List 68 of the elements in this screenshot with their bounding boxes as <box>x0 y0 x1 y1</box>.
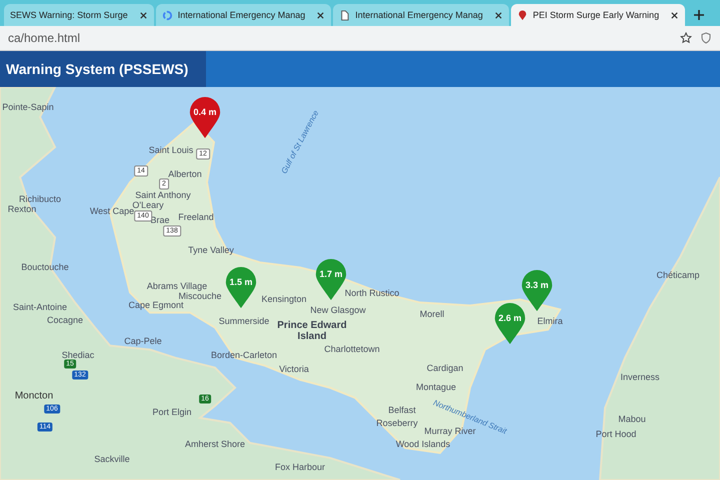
browser-tab[interactable]: International Emergency Manag <box>333 4 509 26</box>
map-pin-icon <box>516 10 528 20</box>
place-label: Mabou <box>618 414 646 424</box>
place-label: Sackville <box>94 454 130 464</box>
app-title: Warning System (PSSEWS) <box>0 51 206 87</box>
place-label: Saint Anthony <box>135 190 191 200</box>
place-label: Port Hood <box>596 429 636 439</box>
place-label: Freeland <box>178 212 214 222</box>
place-label: Inverness <box>620 372 660 382</box>
place-label: West Cape <box>90 206 134 216</box>
browser-tab[interactable]: PEI Storm Surge Early Warning <box>510 4 686 26</box>
place-label: Morell <box>420 309 444 319</box>
marker-label: 3.3 m <box>525 280 548 291</box>
url-field[interactable]: ca/home.html <box>8 31 672 45</box>
place-label: Cape Egmont <box>128 300 184 310</box>
place-label: Murray River <box>424 426 476 436</box>
place-label: Shediac <box>62 350 94 360</box>
place-label: Cocagne <box>46 315 84 325</box>
place-label: Pointe-Sapin <box>2 102 54 112</box>
marker-pin[interactable] <box>224 267 258 309</box>
place-label: Fox Harbour <box>274 462 326 472</box>
place-label: Cardigan <box>426 363 464 373</box>
place-label: Miscouche <box>178 291 222 301</box>
place-label: Elmira <box>537 316 563 326</box>
place-label: Amherst Shore <box>184 439 246 449</box>
place-label: New Glasgow <box>310 305 366 315</box>
place-label: Kensington <box>261 294 307 304</box>
place-label: Port Elgin <box>152 407 192 417</box>
place-label: Tyne Valley <box>188 245 234 255</box>
marker-label: 1.5 m <box>229 277 252 288</box>
star-icon[interactable] <box>680 32 692 44</box>
place-label: Belfast <box>388 405 416 415</box>
place-label: Borden-Carleton <box>210 350 278 360</box>
shield-icon[interactable] <box>700 32 712 44</box>
place-label: Abrams Village <box>146 281 208 291</box>
place-label: North Rustico <box>344 288 400 298</box>
place-label: Richibucto <box>18 194 62 204</box>
close-icon[interactable] <box>494 10 503 20</box>
place-label: Prince Edward Island <box>277 320 347 342</box>
ring-icon <box>162 10 173 20</box>
marker-pin[interactable] <box>520 270 554 312</box>
place-label: Bouctouche <box>21 262 69 272</box>
close-icon[interactable] <box>316 10 326 20</box>
close-icon[interactable] <box>670 10 680 20</box>
place-label: Wood Islands <box>396 439 450 449</box>
place-label: Roseberry <box>376 418 418 428</box>
marker-pin[interactable] <box>188 97 222 139</box>
place-label: Alberton <box>168 169 202 179</box>
browser-tab[interactable]: International Emergency Manag <box>156 4 332 26</box>
marker-label: 1.7 m <box>319 269 342 280</box>
plus-icon[interactable] <box>693 9 706 21</box>
place-label: O'Leary <box>132 200 164 210</box>
marker-label: 0.4 m <box>193 107 216 118</box>
place-label: Saint-Antoine <box>12 302 68 312</box>
marker-pin[interactable] <box>493 303 527 345</box>
browser-tab[interactable]: SEWS Warning: Storm Surge <box>4 4 154 26</box>
place-label: Chéticamp <box>656 270 700 280</box>
place-label: Moncton <box>14 390 54 402</box>
place-label: Saint Louis <box>148 145 194 155</box>
place-label: Victoria <box>279 364 309 374</box>
place-label: Summerside <box>218 316 270 326</box>
place-label: Montague <box>416 382 456 392</box>
place-label: Cap-Pele <box>124 336 162 346</box>
close-icon[interactable] <box>138 10 148 20</box>
page-icon <box>339 10 350 20</box>
place-label: Charlottetown <box>324 344 380 354</box>
marker-label: 2.6 m <box>498 313 522 324</box>
place-label: Rexton <box>8 204 36 214</box>
